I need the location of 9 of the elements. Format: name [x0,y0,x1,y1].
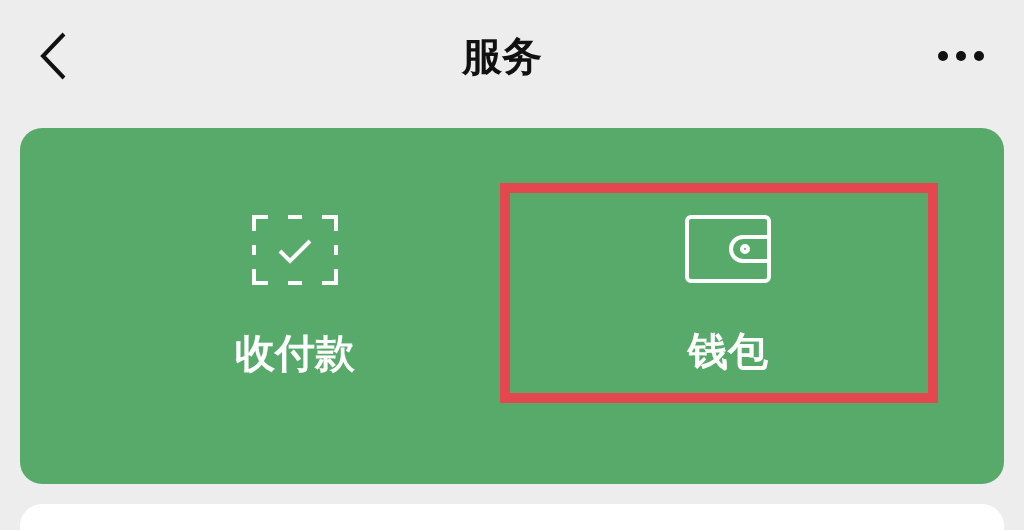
service-item[interactable]: 收付款 [90,183,500,403]
service-label: 钱包 [688,328,768,375]
service-item[interactable]: 钱包 [500,183,938,403]
scan-check-icon [252,215,338,285]
wallet-icon [685,215,771,283]
back-icon[interactable] [40,32,66,80]
service-label: 收付款 [235,330,355,377]
page-title: 服务 [462,33,542,80]
more-icon[interactable] [938,51,984,61]
